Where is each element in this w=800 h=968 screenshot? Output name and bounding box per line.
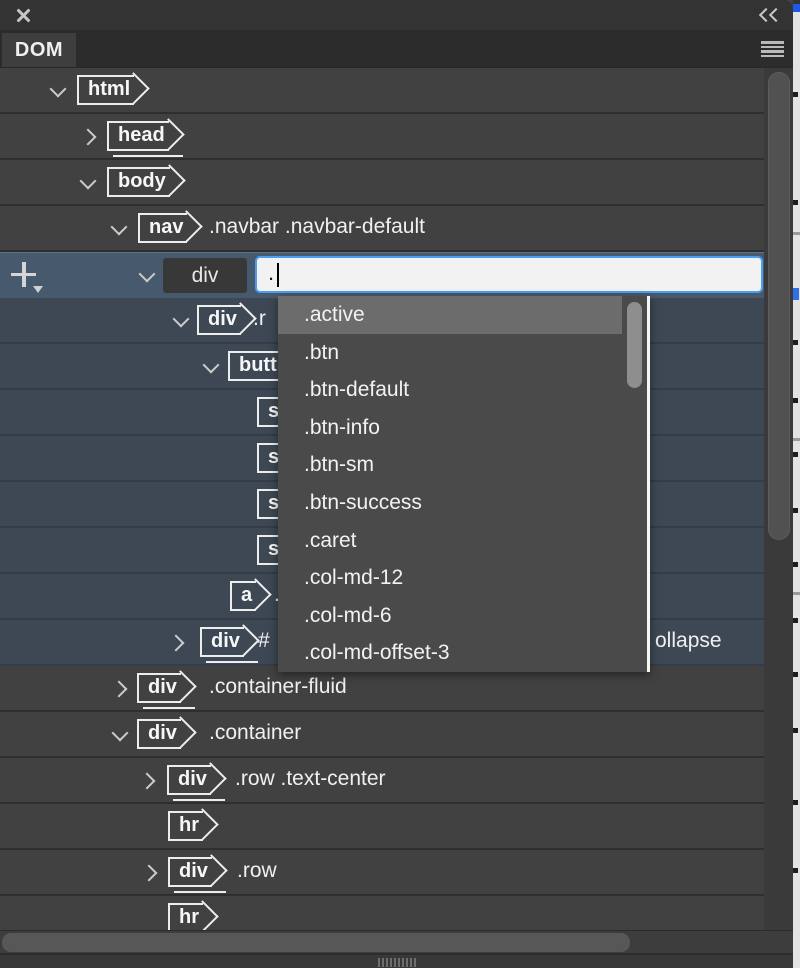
tag-name: butt [239, 354, 277, 377]
autocomplete-item[interactable]: .active [278, 296, 622, 334]
tag-badge[interactable]: div [137, 719, 181, 749]
background-app-edge [793, 0, 800, 968]
tag-name: div [211, 630, 240, 653]
tab-bar: DOM [0, 30, 793, 69]
tag-name: html [88, 78, 130, 101]
tag-badge[interactable]: body [107, 167, 170, 197]
class-input-value: . [268, 260, 274, 286]
vertical-scrollbar-thumb[interactable] [768, 72, 790, 540]
double-chevron-left-icon[interactable] [761, 9, 783, 21]
tag-name: div [178, 768, 207, 791]
node-classes: .r [253, 307, 266, 331]
autocomplete-item[interactable]: .btn-info [278, 409, 647, 447]
chevron-down-icon[interactable] [111, 219, 128, 236]
chevron-down-icon[interactable] [50, 81, 67, 98]
tree-row-hr[interactable]: hr [0, 804, 764, 850]
tag-name-editor[interactable]: div [163, 258, 247, 293]
chevron-down-icon[interactable] [80, 173, 97, 190]
tag-badge[interactable]: div [197, 305, 241, 335]
tree-row-body[interactable]: body [0, 160, 764, 206]
tree-row-head[interactable]: head [0, 114, 764, 160]
tag-name: div [148, 722, 177, 745]
tag-name: div [179, 860, 208, 883]
chevron-right-icon[interactable] [141, 865, 158, 882]
tag-badge[interactable]: div [168, 857, 212, 887]
autocomplete-item[interactable]: .col-md-6 [278, 597, 647, 635]
chevron-down-icon[interactable] [139, 266, 156, 283]
tag-badge[interactable]: div [137, 673, 181, 703]
dropdown-scrollbar-thumb[interactable] [627, 302, 642, 388]
tag-badge[interactable]: html [77, 75, 134, 105]
tag-name: a [241, 584, 252, 607]
vertical-scrollbar[interactable] [764, 68, 793, 930]
tag-badge[interactable]: butt [228, 351, 281, 381]
chevron-down-icon[interactable] [112, 725, 129, 742]
chevron-down-icon[interactable] [173, 311, 190, 328]
chevron-down-icon[interactable] [203, 357, 220, 374]
class-name-input[interactable]: . [255, 256, 763, 293]
tag-badge[interactable]: hr [168, 811, 203, 841]
resize-grip-icon[interactable] [378, 958, 418, 967]
tag-name: div [208, 308, 237, 331]
autocomplete-item[interactable]: .btn [278, 334, 647, 372]
autocomplete-item[interactable]: .btn-sm [278, 446, 647, 484]
tag-badge[interactable]: a [230, 581, 256, 611]
node-classes-fragment: ollapse [655, 629, 722, 653]
node-classes: .row .text-center [235, 767, 386, 791]
tag-name: body [118, 170, 166, 193]
text-caret [277, 263, 279, 287]
tree-row-hr2[interactable]: hr [0, 896, 764, 930]
chevron-right-icon[interactable] [111, 681, 128, 698]
chevron-right-icon[interactable] [168, 635, 185, 652]
tree-row-container[interactable]: div .container [0, 712, 764, 758]
tag-name: hr [179, 814, 199, 837]
tag-name: div [148, 676, 177, 699]
tree-row-div-row2[interactable]: div .row [0, 850, 764, 896]
node-classes: .navbar .navbar-default [209, 215, 425, 239]
hamburger-menu-icon[interactable] [761, 41, 784, 57]
horizontal-scrollbar[interactable] [0, 930, 793, 953]
horizontal-scrollbar-thumb[interactable] [2, 933, 630, 952]
class-autocomplete-dropdown: .active .btn .btn-default .btn-info .btn… [278, 296, 650, 672]
tree-row-html[interactable]: html [0, 68, 764, 114]
autocomplete-item[interactable]: .caret [278, 522, 647, 560]
tree-row-row-text-center[interactable]: div .row .text-center [0, 758, 764, 804]
autocomplete-item[interactable]: .btn-success [278, 484, 647, 522]
tag-name: head [118, 124, 165, 147]
panel-title-bar [0, 0, 793, 30]
chevron-right-icon[interactable] [139, 773, 156, 790]
autocomplete-item[interactable]: .col-md-12 [278, 559, 647, 597]
tag-name: hr [179, 906, 199, 929]
plus-icon[interactable] [11, 262, 45, 292]
tab-dom[interactable]: DOM [2, 33, 76, 67]
node-id: # [258, 629, 270, 653]
tree-row-nav[interactable]: nav .navbar .navbar-default [0, 206, 764, 252]
tag-badge[interactable]: hr [168, 903, 203, 930]
insert-element-row[interactable]: div . [0, 252, 764, 298]
chevron-right-icon[interactable] [80, 129, 97, 146]
tree-row-container-fluid[interactable]: div .container-fluid [0, 666, 764, 712]
plus-caret-icon [33, 286, 43, 298]
node-classes: .container-fluid [209, 675, 347, 699]
panel-bottom-strip [0, 953, 793, 968]
tag-name: nav [149, 216, 183, 239]
close-icon[interactable] [16, 8, 31, 23]
tag-badge[interactable]: head [107, 121, 169, 151]
tag-badge[interactable]: nav [138, 213, 187, 243]
node-classes: .container [209, 721, 301, 745]
autocomplete-item[interactable]: .btn-default [278, 371, 647, 409]
tag-badge[interactable]: div [167, 765, 211, 795]
node-classes: .row [237, 859, 277, 883]
autocomplete-item[interactable]: .col-md-offset-3 [278, 634, 647, 672]
tag-badge[interactable]: div [200, 627, 244, 657]
